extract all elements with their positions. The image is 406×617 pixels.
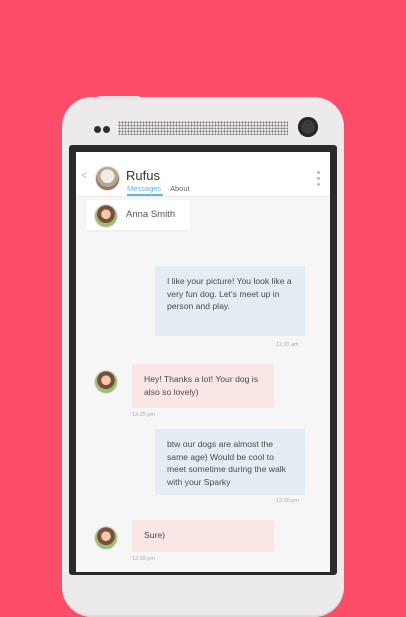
dog-avatar[interactable] [95,166,120,191]
contact-name: Anna Smith [126,209,176,220]
speaker-grille [118,121,288,135]
tab-about[interactable]: About [170,184,190,193]
message-timestamp: 12:30 pm [276,498,299,504]
contact-card[interactable]: Anna Smith [86,200,190,230]
anna-avatar [94,204,118,228]
anna-avatar [94,370,118,394]
more-menu-icon[interactable] [317,171,320,189]
chat-header: < Rufus Messages About [76,152,330,197]
sensor-dot [103,126,110,133]
chat-screen: < Rufus Messages About Anna Smith I like… [76,152,330,572]
message-timestamp: 12:39 pm [132,556,155,562]
front-camera [298,117,318,137]
message-bubble-incoming: Hey! Thanks a lot! Your dog is also so l… [132,364,274,408]
message-timestamp: 12:25 pm [132,412,155,418]
back-icon[interactable]: < [81,170,87,182]
active-tab-indicator [127,194,163,196]
chat-title: Rufus [126,168,160,183]
tab-messages[interactable]: Messages [127,184,161,193]
message-bubble-incoming: Sure) [132,520,274,552]
message-bubble-outgoing: btw our dogs are almost the same age) Wo… [155,429,305,495]
power-button [98,96,140,100]
message-timestamp: 11:10 am [276,342,299,348]
message-bubble-outgoing: I like your picture! You look like a ver… [155,266,305,336]
sensor-dot [94,126,101,133]
anna-avatar [94,526,118,550]
